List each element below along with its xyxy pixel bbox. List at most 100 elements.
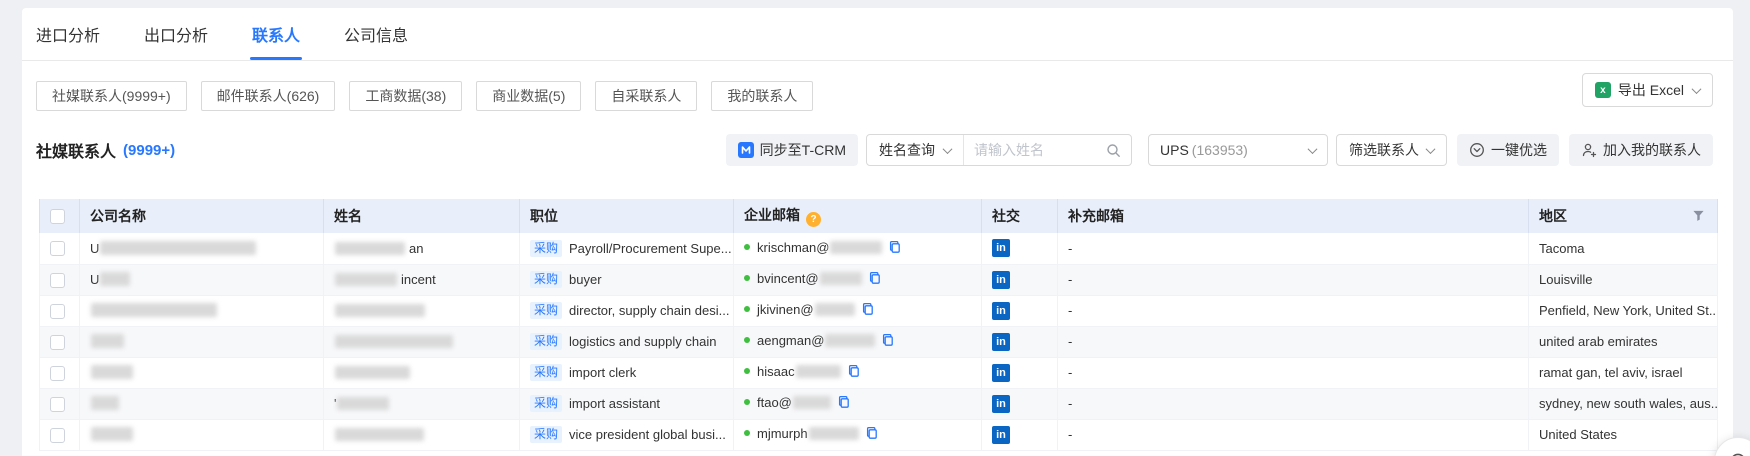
cell-extra-email: - xyxy=(1058,357,1529,388)
copy-icon[interactable] xyxy=(837,395,851,412)
company-filter-count: (163953) xyxy=(1192,142,1248,158)
help-icon[interactable]: ? xyxy=(806,212,821,227)
company-filter-value: UPS xyxy=(1160,142,1189,158)
linkedin-icon[interactable]: in xyxy=(992,364,1010,382)
export-excel-button[interactable]: x 导出 Excel xyxy=(1582,73,1713,107)
cell-region: Louisville xyxy=(1529,264,1718,295)
cell-email: hisaac xyxy=(734,357,982,388)
search-icon[interactable] xyxy=(1106,143,1121,158)
filter-my-contacts[interactable]: 我的联系人 xyxy=(711,81,813,111)
cell-name xyxy=(324,326,520,357)
section-count: (9999+) xyxy=(123,142,175,159)
email-status-dot xyxy=(744,306,750,312)
add-to-my-contacts-button[interactable]: 加入我的联系人 xyxy=(1569,134,1713,166)
region-text: United States xyxy=(1539,427,1617,442)
list-toolbar: 社媒联系人 (9999+) 同步至T-CRM 姓名查询 UPS (163953) xyxy=(22,133,1733,167)
copy-icon[interactable] xyxy=(868,271,882,288)
filter-contacts-button[interactable]: 筛选联系人 xyxy=(1336,134,1447,166)
redacted-email xyxy=(820,272,862,285)
cell-social: in xyxy=(982,419,1058,450)
extra-email-text: - xyxy=(1068,241,1072,256)
row-checkbox[interactable] xyxy=(50,366,65,381)
purchase-tag: 采购 xyxy=(530,426,562,443)
region-text: Penfield, New York, United St... xyxy=(1539,303,1718,318)
copy-icon[interactable] xyxy=(865,426,879,443)
excel-icon: x xyxy=(1595,82,1611,98)
copy-icon[interactable] xyxy=(861,302,875,319)
redacted-company xyxy=(91,396,119,410)
cell-email: jkivinen@ xyxy=(734,295,982,326)
tab-company-info[interactable]: 公司信息 xyxy=(342,8,410,60)
cell-position: 采购import assistant xyxy=(520,388,734,419)
purchase-tag: 采购 xyxy=(530,302,562,319)
cell-region: sydney, new south wales, aus... xyxy=(1529,388,1718,419)
region-text: Tacoma xyxy=(1539,241,1585,256)
row-checkbox[interactable] xyxy=(50,304,65,319)
cell-extra-email: - xyxy=(1058,295,1529,326)
region-text: Louisville xyxy=(1539,272,1592,287)
row-checkbox[interactable] xyxy=(50,397,65,412)
email-status-dot xyxy=(744,244,750,250)
redacted-name xyxy=(335,242,405,255)
cell-region: united arab emirates xyxy=(1529,326,1718,357)
cell-company xyxy=(80,419,324,450)
cell-region: ramat gan, tel aviv, israel xyxy=(1529,357,1718,388)
cell-position: 采购import clerk xyxy=(520,357,734,388)
name-search-input[interactable] xyxy=(964,142,1106,158)
name-suffix-text: incent xyxy=(401,272,436,287)
redacted-company xyxy=(91,365,133,379)
sync-tcrm-button[interactable]: 同步至T-CRM xyxy=(726,134,858,166)
row-checkbox[interactable] xyxy=(50,335,65,350)
company-filter-select[interactable]: UPS (163953) xyxy=(1148,134,1328,166)
tab-export-analysis[interactable]: 出口分析 xyxy=(142,8,210,60)
copy-icon[interactable] xyxy=(847,364,861,381)
redacted-name xyxy=(335,304,425,317)
linkedin-icon[interactable]: in xyxy=(992,302,1010,320)
linkedin-icon[interactable]: in xyxy=(992,395,1010,413)
filter-commercial-data[interactable]: 商业数据(5) xyxy=(476,81,581,111)
copy-icon[interactable] xyxy=(888,240,902,257)
cell-name: ' xyxy=(324,388,520,419)
headset-icon xyxy=(1727,450,1749,456)
name-query-dropdown[interactable]: 姓名查询 xyxy=(867,135,963,165)
filter-business-registration[interactable]: 工商数据(38) xyxy=(349,81,462,111)
region-text: ramat gan, tel aviv, israel xyxy=(1539,365,1683,380)
redacted-name xyxy=(335,335,453,348)
filter-funnel-icon[interactable] xyxy=(1692,209,1705,225)
one-click-optimize-label: 一键优选 xyxy=(1491,140,1547,160)
linkedin-icon[interactable]: in xyxy=(992,333,1010,351)
select-all-checkbox[interactable] xyxy=(50,209,65,224)
extra-email-text: - xyxy=(1068,334,1072,349)
company-visible-text: U xyxy=(90,241,99,256)
position-text: Payroll/Procurement Supe... xyxy=(569,241,732,256)
redacted-email xyxy=(825,334,875,347)
extra-email-text: - xyxy=(1068,303,1072,318)
cell-email: aengman@ xyxy=(734,326,982,357)
linkedin-icon[interactable]: in xyxy=(992,239,1010,257)
row-checkbox[interactable] xyxy=(50,428,65,443)
redacted-company xyxy=(100,272,130,286)
redacted-name xyxy=(335,366,410,379)
filter-social-contacts[interactable]: 社媒联系人(9999+) xyxy=(36,81,187,111)
sync-tcrm-label: 同步至T-CRM xyxy=(760,140,846,160)
email-status-dot xyxy=(744,368,750,374)
section-title: 社媒联系人 xyxy=(36,138,116,162)
add-to-my-contacts-label: 加入我的联系人 xyxy=(1603,140,1701,160)
filter-email-contacts[interactable]: 邮件联系人(626) xyxy=(201,81,336,111)
linkedin-icon[interactable]: in xyxy=(992,271,1010,289)
linkedin-icon[interactable]: in xyxy=(992,426,1010,444)
row-checkbox[interactable] xyxy=(50,241,65,256)
row-checkbox[interactable] xyxy=(50,273,65,288)
copy-icon[interactable] xyxy=(881,333,895,350)
tab-contacts[interactable]: 联系人 xyxy=(250,8,302,60)
one-click-optimize-button[interactable]: 一键优选 xyxy=(1457,134,1559,166)
tab-import-analysis[interactable]: 进口分析 xyxy=(34,8,102,60)
cell-extra-email: - xyxy=(1058,264,1529,295)
cell-extra-email: - xyxy=(1058,326,1529,357)
filter-self-collected[interactable]: 自采联系人 xyxy=(595,81,697,111)
cell-company: U xyxy=(80,233,324,264)
purchase-tag: 采购 xyxy=(530,395,562,412)
cell-social: in xyxy=(982,388,1058,419)
cell-extra-email: - xyxy=(1058,419,1529,450)
header-position: 职位 xyxy=(520,199,734,233)
